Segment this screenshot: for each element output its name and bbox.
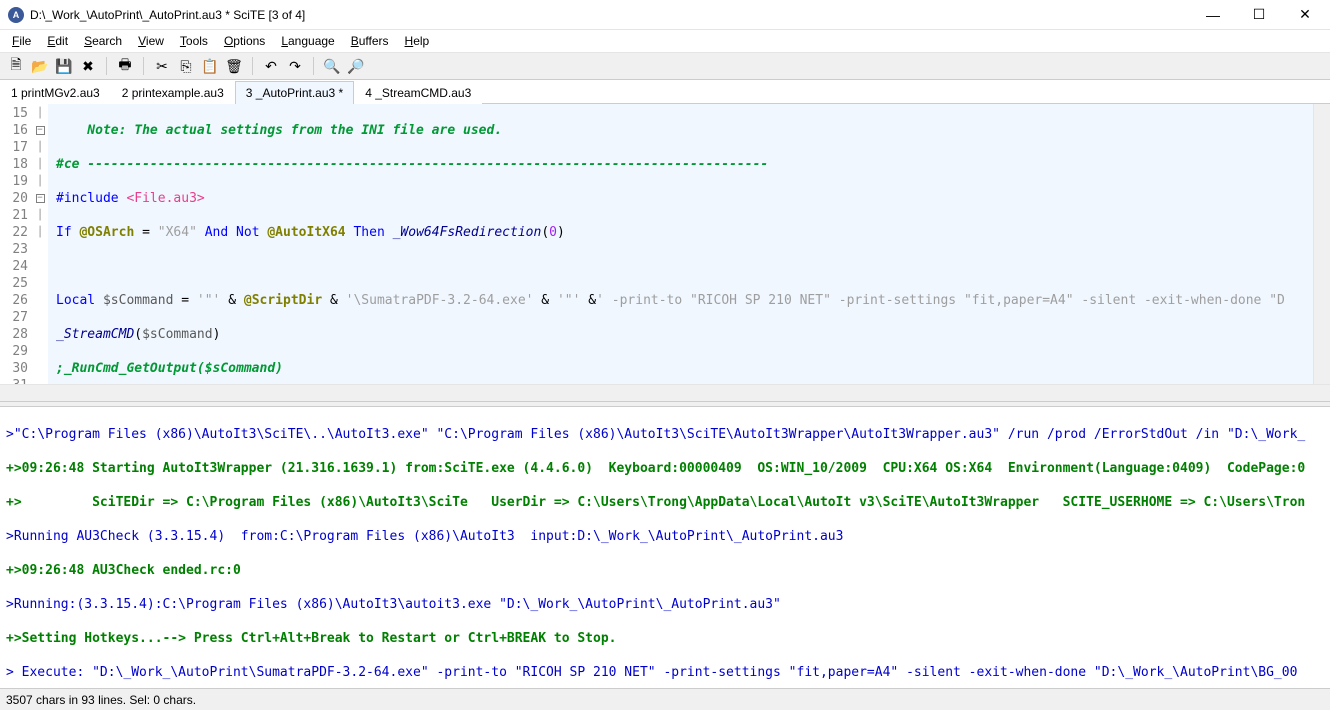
vertical-scrollbar[interactable] xyxy=(1313,104,1330,384)
tab-3[interactable]: 3 _AutoPrint.au3 * xyxy=(235,81,354,104)
cut-icon[interactable]: ✂ xyxy=(152,56,172,76)
minimize-button[interactable]: — xyxy=(1190,0,1236,30)
menu-options[interactable]: Options xyxy=(216,32,273,50)
replace-icon[interactable]: 🔎 xyxy=(346,56,366,76)
window-title: D:\_Work_\AutoPrint\_AutoPrint.au3 * Sci… xyxy=(30,8,1190,22)
output-line: +>Setting Hotkeys...--> Press Ctrl+Alt+B… xyxy=(6,630,1324,647)
output-line: +>09:26:48 Starting AutoIt3Wrapper (21.3… xyxy=(6,460,1324,477)
line-num: 31 xyxy=(0,377,28,384)
line-num: 28 xyxy=(0,326,28,343)
menu-view[interactable]: View xyxy=(130,32,172,50)
print-icon[interactable]: 🖶 xyxy=(115,56,135,76)
toolbar: 🗎 📂 💾 ✖ 🖶 ✂ ⎘ 📋 🗑 ↶ ↷ 🔍 🔎 xyxy=(0,52,1330,80)
new-file-icon[interactable]: 🗎 xyxy=(6,56,26,76)
output-line: +> SciTEDir => C:\Program Files (x86)\Au… xyxy=(6,494,1324,511)
fold-column[interactable]: │ − │││ − ││ xyxy=(32,104,48,384)
status-text: 3507 chars in 93 lines. Sel: 0 chars. xyxy=(6,693,196,707)
code-line: Note: The actual settings from the INI f… xyxy=(56,122,1313,139)
statusbar: 3507 chars in 93 lines. Sel: 0 chars. xyxy=(0,688,1330,710)
line-num: 25 xyxy=(0,275,28,292)
toolbar-sep xyxy=(313,57,314,75)
toolbar-sep xyxy=(143,57,144,75)
line-num: 15 xyxy=(0,105,28,122)
undo-icon[interactable]: ↶ xyxy=(261,56,281,76)
menu-edit[interactable]: Edit xyxy=(39,32,76,50)
menu-tools[interactable]: Tools xyxy=(172,32,216,50)
output-line: > Execute: "D:\_Work_\AutoPrint\SumatraP… xyxy=(6,664,1324,681)
output-line: >Running:(3.3.15.4):C:\Program Files (x8… xyxy=(6,596,1324,613)
line-num: 24 xyxy=(0,258,28,275)
line-num: 19 xyxy=(0,173,28,190)
code-line: _StreamCMD($sCommand) xyxy=(56,326,1313,343)
menu-file[interactable]: File xyxy=(4,32,39,50)
copy-icon[interactable]: ⎘ xyxy=(176,56,196,76)
line-num: 30 xyxy=(0,360,28,377)
line-num: 29 xyxy=(0,343,28,360)
find-icon[interactable]: 🔍 xyxy=(322,56,342,76)
code-line xyxy=(56,258,1313,275)
titlebar: A D:\_Work_\AutoPrint\_AutoPrint.au3 * S… xyxy=(0,0,1330,30)
fold-toggle-icon[interactable]: − xyxy=(36,126,45,135)
tabs: 1 printMGv2.au3 2 printexample.au3 3 _Au… xyxy=(0,80,1330,104)
tab-4[interactable]: 4 _StreamCMD.au3 xyxy=(354,81,482,104)
output-line: >"C:\Program Files (x86)\AutoIt3\SciTE\.… xyxy=(6,426,1324,443)
close-button[interactable]: ✕ xyxy=(1282,0,1328,30)
maximize-button[interactable]: ☐ xyxy=(1236,0,1282,30)
output-line: >Running AU3Check (3.3.15.4) from:C:\Pro… xyxy=(6,528,1324,545)
line-num: 18 xyxy=(0,156,28,173)
tab-1[interactable]: 1 printMGv2.au3 xyxy=(0,81,111,104)
line-gutter: 15 16 17 18 19 20 21 22 23 24 25 26 27 2… xyxy=(0,104,32,384)
menu-language[interactable]: Language xyxy=(273,32,342,50)
menu-search[interactable]: Search xyxy=(76,32,130,50)
open-file-icon[interactable]: 📂 xyxy=(30,56,50,76)
toolbar-sep xyxy=(106,57,107,75)
code-area[interactable]: Note: The actual settings from the INI f… xyxy=(48,104,1313,384)
fold-toggle-icon[interactable]: − xyxy=(36,194,45,203)
code-line: If @OSArch = "X64" And Not @AutoItX64 Th… xyxy=(56,224,1313,241)
line-num: 27 xyxy=(0,309,28,326)
paste-icon[interactable]: 📋 xyxy=(200,56,220,76)
output-pane[interactable]: >"C:\Program Files (x86)\AutoIt3\SciTE\.… xyxy=(0,407,1330,687)
line-num: 20 xyxy=(0,190,28,207)
save-icon[interactable]: 💾 xyxy=(54,56,74,76)
code-line: Local $sCommand = '"' & @ScriptDir & '\S… xyxy=(56,292,1313,309)
line-num: 26 xyxy=(0,292,28,309)
menu-help[interactable]: Help xyxy=(397,32,438,50)
tab-2[interactable]: 2 printexample.au3 xyxy=(111,81,235,104)
output-line: +>09:26:48 AU3Check ended.rc:0 xyxy=(6,562,1324,579)
line-num: 17 xyxy=(0,139,28,156)
line-num: 23 xyxy=(0,241,28,258)
toolbar-sep xyxy=(252,57,253,75)
line-num: 22 xyxy=(0,224,28,241)
code-line: #include <File.au3> xyxy=(56,190,1313,207)
close-doc-icon[interactable]: ✖ xyxy=(78,56,98,76)
line-num: 16 xyxy=(0,122,28,139)
code-line: #ce ------------------------------------… xyxy=(56,156,1313,173)
menubar: File Edit Search View Tools Options Lang… xyxy=(0,30,1330,52)
line-num: 21 xyxy=(0,207,28,224)
code-line: ;_RunCmd_GetOutput($sCommand) xyxy=(56,360,1313,377)
app-icon: A xyxy=(8,7,24,23)
delete-icon[interactable]: 🗑 xyxy=(224,56,244,76)
menu-buffers[interactable]: Buffers xyxy=(343,32,397,50)
horizontal-scrollbar[interactable] xyxy=(0,384,1330,401)
redo-icon[interactable]: ↷ xyxy=(285,56,305,76)
editor[interactable]: 15 16 17 18 19 20 21 22 23 24 25 26 27 2… xyxy=(0,104,1330,384)
